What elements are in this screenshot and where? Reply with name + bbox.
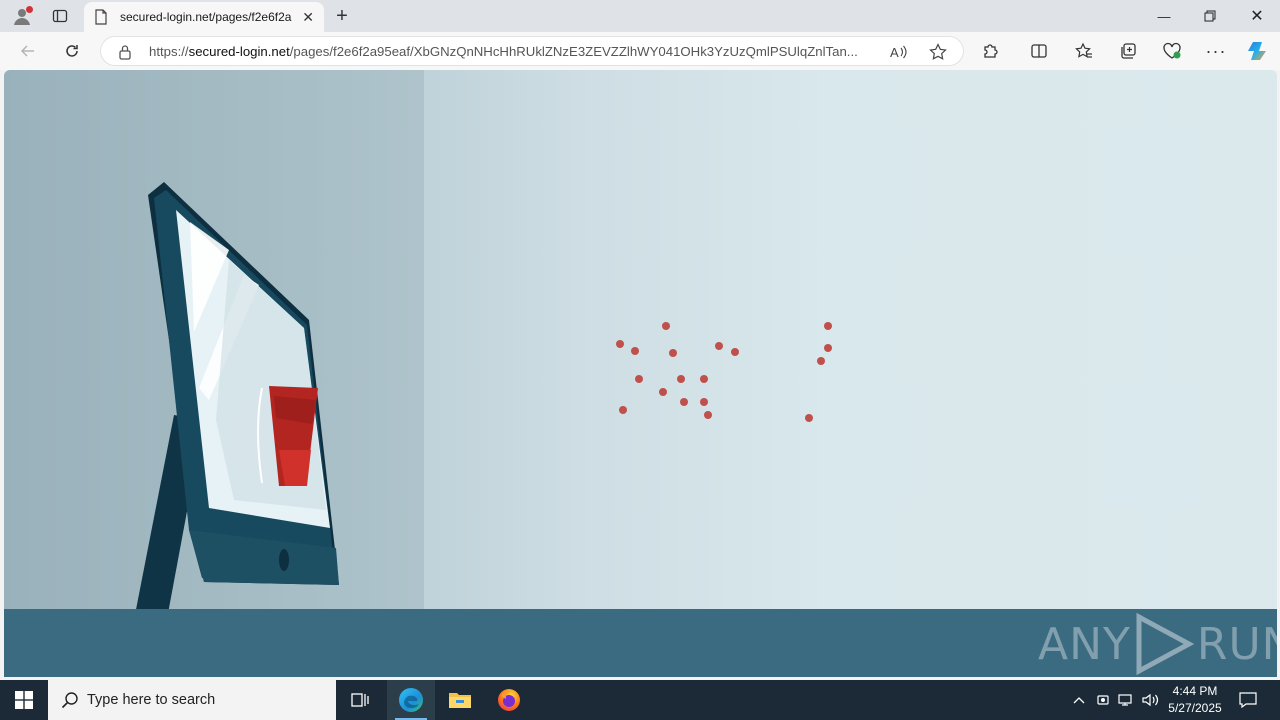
split-screen-icon — [1031, 44, 1047, 58]
taskbar: Type here to search 4:44 PM 5/27/2025 — [0, 680, 1280, 720]
clock-date: 5/27/2025 — [1168, 701, 1222, 715]
extensions-button[interactable] — [979, 39, 1003, 63]
tab-actions-button[interactable] — [44, 4, 76, 28]
browser-toolbar: https://secured-login.net/pages/f2e6f2a9… — [0, 32, 1280, 70]
url-scheme: https:// — [149, 44, 189, 59]
clock-time: 4:44 PM — [1172, 684, 1218, 698]
browser-essentials-button[interactable] — [1160, 39, 1184, 63]
page-viewport: ANY RUN — [4, 70, 1277, 677]
arrow-left-icon — [20, 45, 34, 57]
loading-illustration — [4, 70, 832, 677]
restore-button[interactable] — [1187, 0, 1233, 32]
favorites-icon — [1075, 42, 1092, 58]
close-icon: ✕ — [1250, 8, 1264, 25]
collections-button[interactable] — [1116, 39, 1140, 63]
notification-dot — [26, 6, 33, 13]
notifications-button[interactable] — [1236, 680, 1260, 720]
tab-close-icon[interactable]: ✕ — [302, 9, 314, 26]
network-icon — [1118, 694, 1132, 706]
copilot-button[interactable] — [1245, 39, 1269, 63]
chevron-up-icon — [1073, 697, 1085, 704]
volume-button[interactable] — [1140, 680, 1162, 720]
search-placeholder: Type here to search — [87, 692, 216, 708]
refresh-icon — [66, 45, 78, 57]
minimize-button[interactable]: — — [1141, 0, 1187, 32]
taskbar-search[interactable]: Type here to search — [48, 680, 336, 720]
clock[interactable]: 4:44 PM 5/27/2025 — [1160, 683, 1230, 717]
favorites-button[interactable] — [1072, 39, 1096, 63]
taskbar-edge[interactable] — [387, 680, 435, 720]
search-icon — [61, 692, 78, 709]
copilot-icon — [1248, 42, 1266, 60]
star-icon — [929, 43, 947, 60]
lock-icon[interactable] — [118, 44, 132, 60]
settings-more-button[interactable]: ··· — [1204, 39, 1228, 63]
tray-app-icon[interactable] — [1093, 680, 1113, 720]
split-screen-button[interactable] — [1027, 39, 1051, 63]
profile-button[interactable] — [8, 4, 36, 28]
page-icon — [95, 9, 107, 25]
more-icon: ··· — [1205, 40, 1227, 61]
taskbar-firefox[interactable] — [485, 680, 533, 720]
collections-icon — [1121, 43, 1136, 59]
minimize-icon: — — [1157, 8, 1171, 24]
anyrun-watermark: ANY RUN — [1038, 610, 1277, 677]
show-hidden-icons[interactable] — [1068, 680, 1090, 720]
meet-icon — [1097, 695, 1109, 705]
close-window-button[interactable]: ✕ — [1234, 0, 1280, 32]
network-button[interactable] — [1116, 680, 1136, 720]
active-tab[interactable]: secured-login.net/pages/f2e6f2a ✕ — [84, 2, 324, 32]
favorite-button[interactable] — [928, 42, 948, 62]
back-button[interactable] — [15, 38, 41, 64]
url-host: secured-login.net — [188, 44, 290, 59]
watermark-any: ANY — [1038, 618, 1131, 670]
url-text: https://secured-login.net/pages/f2e6f2a9… — [149, 44, 884, 59]
address-bar[interactable]: https://secured-login.net/pages/f2e6f2a9… — [100, 36, 964, 66]
notification-icon — [1239, 692, 1257, 708]
firefox-icon — [498, 689, 520, 711]
play-triangle-icon — [1136, 613, 1195, 675]
task-view-icon — [351, 693, 369, 707]
url-path: /pages/f2e6f2a95eaf/XbGNzQnNHcHhRUklZNzE… — [289, 44, 858, 59]
read-aloud-icon: A — [890, 45, 907, 60]
watermark-run: RUN — [1196, 618, 1277, 670]
plus-icon: + — [336, 4, 348, 27]
task-view-button[interactable] — [336, 680, 384, 720]
svg-text:A: A — [890, 45, 899, 60]
start-button[interactable] — [0, 680, 48, 720]
edge-icon — [399, 688, 423, 712]
new-tab-button[interactable]: + — [330, 4, 354, 28]
heart-pulse-icon — [1163, 42, 1181, 59]
tab-title: secured-login.net/pages/f2e6f2a — [120, 10, 292, 24]
windows-logo-icon — [15, 691, 33, 709]
refresh-button[interactable] — [59, 38, 85, 64]
read-aloud-button[interactable]: A — [889, 42, 909, 62]
particle-dots — [616, 322, 832, 422]
taskbar-file-explorer[interactable] — [436, 680, 484, 720]
tab-actions-icon — [52, 9, 68, 23]
speaker-icon — [1142, 693, 1159, 707]
restore-icon — [1204, 10, 1216, 22]
tab-strip: secured-login.net/pages/f2e6f2a ✕ + — ✕ — [0, 0, 1280, 32]
browser-window: secured-login.net/pages/f2e6f2a ✕ + — ✕ … — [0, 0, 1280, 680]
puzzle-icon — [984, 44, 998, 58]
folder-icon — [449, 693, 471, 708]
